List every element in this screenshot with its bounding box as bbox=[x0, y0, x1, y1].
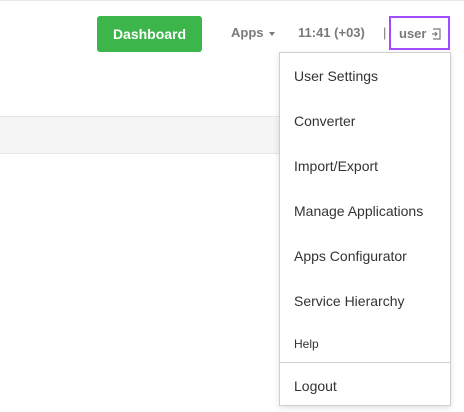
top-border bbox=[0, 0, 464, 1]
content-toolbar-band bbox=[0, 116, 279, 154]
user-menu-toggle[interactable]: user bbox=[389, 16, 450, 50]
dashboard-button[interactable]: Dashboard bbox=[97, 16, 202, 52]
user-dropdown-menu: User Settings Converter Import/Export Ma… bbox=[279, 52, 451, 406]
app-page: Dashboard Apps 11:41 (+03) | user User S… bbox=[0, 0, 464, 412]
logout-icon bbox=[432, 28, 441, 40]
menu-item-apps-configurator[interactable]: Apps Configurator bbox=[294, 247, 407, 265]
menu-item-converter[interactable]: Converter bbox=[294, 112, 355, 130]
menu-divider bbox=[280, 362, 450, 363]
clock-display: 11:41 (+03) bbox=[298, 25, 365, 40]
menu-item-logout[interactable]: Logout bbox=[294, 377, 337, 395]
menu-item-user-settings[interactable]: User Settings bbox=[294, 67, 378, 85]
user-name: user bbox=[399, 26, 427, 41]
menu-item-help[interactable]: Help bbox=[294, 335, 319, 353]
apps-menu[interactable]: Apps bbox=[231, 25, 275, 41]
menu-item-import-export[interactable]: Import/Export bbox=[294, 157, 378, 175]
menu-item-manage-applications[interactable]: Manage Applications bbox=[294, 202, 423, 220]
caret-down-icon bbox=[268, 31, 275, 36]
menu-item-service-hierarchy[interactable]: Service Hierarchy bbox=[294, 292, 404, 310]
header-separator: | bbox=[383, 25, 387, 40]
apps-menu-label: Apps bbox=[231, 25, 264, 40]
